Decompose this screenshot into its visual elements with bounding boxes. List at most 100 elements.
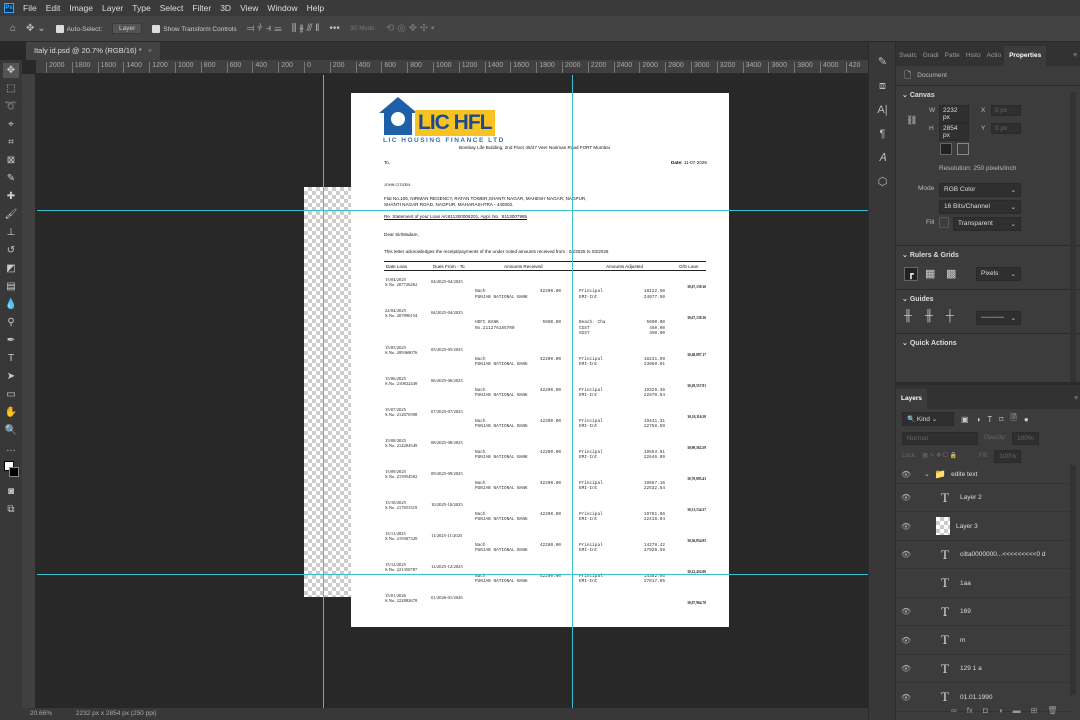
crop-tool-icon[interactable]: ⌗ — [3, 135, 19, 150]
x-input[interactable]: 0 px — [991, 105, 1021, 116]
glyphs-icon[interactable]: 𝐴 — [869, 146, 896, 170]
more-tools-icon[interactable]: … — [3, 441, 19, 456]
guides-section-header[interactable]: ⌄ Guides — [896, 293, 1080, 307]
quick-select-tool-icon[interactable]: ⌖ — [3, 117, 19, 132]
stamp-tool-icon[interactable]: ⊥ — [3, 225, 19, 240]
tab-properties[interactable]: Properties — [1004, 46, 1047, 66]
link-layers-icon[interactable]: ∞ — [951, 706, 957, 720]
close-tab-icon[interactable]: × — [148, 46, 152, 55]
new-layer-icon[interactable]: ⊞ — [1031, 706, 1038, 720]
quick-actions-section-header[interactable]: ⌄ Quick Actions — [896, 337, 1080, 351]
dodge-tool-icon[interactable]: ⚲ — [3, 315, 19, 330]
layer-row[interactable]: 👁 Tm — [896, 627, 1072, 655]
3d-icon[interactable]: ⬡ — [869, 170, 896, 194]
visibility-eye-icon[interactable]: 👁 — [896, 470, 916, 479]
guide-color-dropdown[interactable]: ───── ⌄ — [976, 311, 1021, 325]
document-tab[interactable]: Italy id.psd @ 20.7% (RGB/16) * × — [26, 42, 161, 60]
canvas-area[interactable]: LIC HFL LIC HOUSING FINANCE LTD Bombay L… — [37, 75, 868, 708]
blend-mode-dropdown[interactable]: Normal — [902, 431, 978, 445]
smart-guides-icon[interactable]: ┼ — [946, 310, 954, 322]
fill-input[interactable]: 100% — [994, 449, 1021, 463]
shape-tool-icon[interactable]: ▭ — [3, 387, 19, 402]
healing-tool-icon[interactable]: ✚ — [3, 189, 19, 204]
width-input[interactable]: 2232 px — [939, 105, 969, 123]
visibility-eye-icon[interactable]: 👁 — [896, 664, 916, 673]
layer-row[interactable]: 👁 T 129 1 a — [896, 655, 1072, 683]
guide-vertical[interactable] — [323, 75, 324, 708]
layer-row[interactable]: 👁 T Layer 2 — [896, 484, 1072, 512]
home-icon[interactable]: ⌂ — [10, 23, 16, 34]
menu-filter[interactable]: Filter — [192, 3, 211, 13]
tab-gradients[interactable]: Gradi — [920, 46, 942, 66]
eyedropper-tool-icon[interactable]: ✎ — [3, 171, 19, 186]
paragraph-icon[interactable]: ¶ — [869, 122, 896, 146]
menu-type[interactable]: Type — [132, 3, 150, 13]
brush-tool-icon[interactable]: 🖌 — [3, 207, 19, 222]
filter-type-icon[interactable]: T — [987, 415, 992, 424]
opacity-input[interactable]: 100% — [1012, 431, 1039, 445]
guide-vertical[interactable] — [572, 75, 573, 708]
expand-chevron-icon[interactable]: ⌄ — [924, 470, 930, 478]
visibility-eye-icon[interactable]: 👁 — [896, 550, 916, 559]
height-input[interactable]: 2854 px — [939, 123, 969, 141]
clone-source-icon[interactable]: ⧈ — [869, 74, 896, 98]
visibility-eye-icon[interactable]: 👁 — [896, 693, 916, 702]
landscape-orientation-icon[interactable] — [957, 143, 969, 155]
canvas-section-header[interactable]: ⌄ Canvas — [896, 89, 1080, 103]
visibility-eye-icon[interactable]: 👁 — [896, 522, 916, 531]
filter-toggle-icon[interactable]: ● — [1024, 415, 1029, 424]
pixel-grid-icon[interactable]: ▩ — [946, 267, 956, 280]
menu-edit[interactable]: Edit — [46, 3, 61, 13]
menu-file[interactable]: File — [23, 3, 37, 13]
auto-select-checkbox[interactable]: Auto-Select: — [55, 24, 102, 33]
lock-icons[interactable]: ▦ ✎ ✥ ⧠ 🔒 — [922, 452, 957, 460]
lasso-tool-icon[interactable]: ➰ — [3, 99, 19, 114]
fx-icon[interactable]: fx — [967, 706, 973, 720]
fill-dropdown[interactable]: Transparent ⌄ — [953, 217, 1021, 231]
layers-scrollbar[interactable] — [1070, 465, 1076, 695]
menu-select[interactable]: Select — [160, 3, 184, 13]
3d-tools-icons[interactable]: ⟲ ◎ ✥ ✣ ▪ — [386, 23, 435, 34]
show-transform-checkbox[interactable]: Show Transform Controls — [152, 24, 237, 33]
lock-guides-icon[interactable]: ╫ — [925, 310, 933, 322]
menu-help[interactable]: Help — [307, 3, 324, 13]
filter-smart-icon[interactable]: 🗎 — [1010, 412, 1016, 426]
more-icon[interactable]: ••• — [329, 23, 340, 34]
link-dimensions-icon[interactable]: ⛓ — [906, 115, 917, 126]
pen-tool-icon[interactable]: ✒ — [3, 333, 19, 348]
blur-tool-icon[interactable]: 💧 — [3, 297, 19, 312]
zoom-tool-icon[interactable]: 🔍 — [3, 423, 19, 438]
guide-layout-icon[interactable]: ╫ — [904, 310, 912, 322]
grid-toggle-icon[interactable]: ▦ — [925, 267, 935, 280]
panel-menu-icon[interactable]: ≡ — [1070, 46, 1080, 66]
y-input[interactable]: 0 px — [991, 123, 1021, 134]
visibility-eye-icon[interactable]: 👁 — [896, 607, 916, 616]
menu-layer[interactable]: Layer — [102, 3, 123, 13]
layer-select-dropdown[interactable]: Layer — [112, 23, 143, 34]
layer-row[interactable]: 👁 Layer 3 — [896, 513, 1072, 541]
add-mask-icon[interactable]: ◘ — [983, 706, 988, 720]
color-swatches[interactable] — [3, 459, 19, 481]
guide-horizontal[interactable] — [37, 210, 868, 211]
frame-tool-icon[interactable]: ⊠ — [3, 153, 19, 168]
layer-row[interactable]: T 1aa — [896, 570, 1072, 598]
move-tool-icon[interactable]: ✥ ⌄ — [26, 23, 46, 34]
visibility-eye-icon[interactable]: 👁 — [896, 636, 916, 645]
ruler-toggle-icon[interactable]: ┏ — [904, 267, 918, 281]
delete-layer-icon[interactable]: 🗑 — [1047, 706, 1057, 720]
visibility-eye-icon[interactable]: 👁 — [896, 493, 916, 502]
move-tool-icon[interactable]: ✥ — [3, 63, 19, 78]
character-icon[interactable]: A| — [869, 98, 896, 122]
menu-window[interactable]: Window — [267, 3, 297, 13]
menu-image[interactable]: Image — [69, 3, 93, 13]
layer-row[interactable]: 👁 Tcilta0000000...<<<<<<<<<0 d — [896, 541, 1072, 569]
brush-settings-icon[interactable]: ✎ — [869, 50, 896, 74]
portrait-orientation-icon[interactable] — [940, 143, 952, 155]
tab-layers[interactable]: Layers — [896, 389, 927, 409]
eraser-tool-icon[interactable]: ◩ — [3, 261, 19, 276]
tab-history[interactable]: Histo — [963, 46, 984, 66]
screen-mode-icon[interactable]: ⧉ — [3, 502, 19, 517]
color-mode-dropdown[interactable]: RGB Color ⌄ — [939, 183, 1021, 197]
menu-3d[interactable]: 3D — [220, 3, 231, 13]
type-tool-icon[interactable]: T — [3, 351, 19, 366]
